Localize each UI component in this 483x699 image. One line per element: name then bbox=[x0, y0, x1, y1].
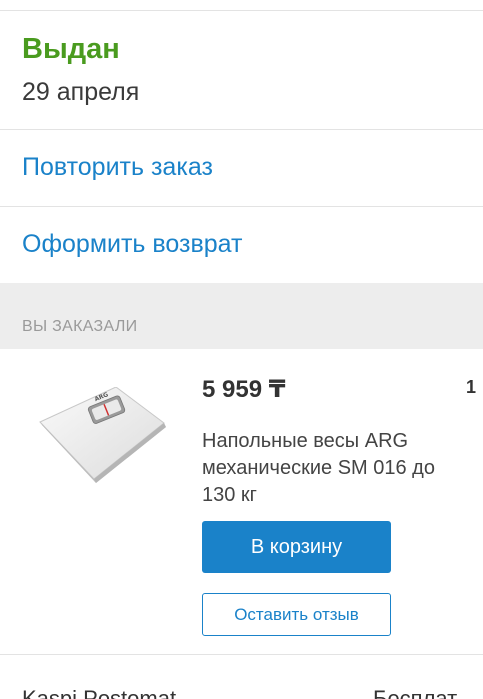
product-card: ARG 5 959 ₸ 1 Напольные весы ARG механич… bbox=[0, 349, 483, 654]
product-name[interactable]: Напольные весы ARG механические SM 016 д… bbox=[202, 428, 472, 509]
return-order-link[interactable]: Оформить возврат bbox=[22, 230, 242, 259]
divider bbox=[0, 654, 483, 655]
delivery-cost: Бесплат bbox=[373, 686, 458, 699]
divider bbox=[0, 206, 483, 207]
add-to-cart-button[interactable]: В корзину bbox=[202, 521, 391, 573]
delivery-method: Kaspi Postomat bbox=[22, 686, 177, 699]
add-to-cart-label: В корзину bbox=[250, 535, 343, 558]
ordered-section-header: ВЫ ЗАКАЗАЛИ bbox=[0, 283, 483, 349]
divider bbox=[0, 129, 483, 130]
product-image[interactable]: ARG bbox=[34, 386, 174, 487]
order-status-date: 29 апреля bbox=[22, 78, 140, 106]
leave-review-label: Оставить отзыв bbox=[234, 604, 359, 624]
ordered-section-label: ВЫ ЗАКАЗАЛИ bbox=[22, 318, 138, 335]
product-price: 5 959 ₸ bbox=[202, 376, 286, 403]
repeat-order-link[interactable]: Повторить заказ bbox=[22, 153, 213, 182]
leave-review-button[interactable]: Оставить отзыв bbox=[202, 593, 391, 636]
product-quantity: 1 bbox=[466, 377, 477, 397]
scale-image-icon: ARG bbox=[39, 386, 166, 483]
order-status-title: Выдан bbox=[22, 33, 120, 65]
order-status-block: Выдан 29 апреля bbox=[0, 11, 483, 129]
